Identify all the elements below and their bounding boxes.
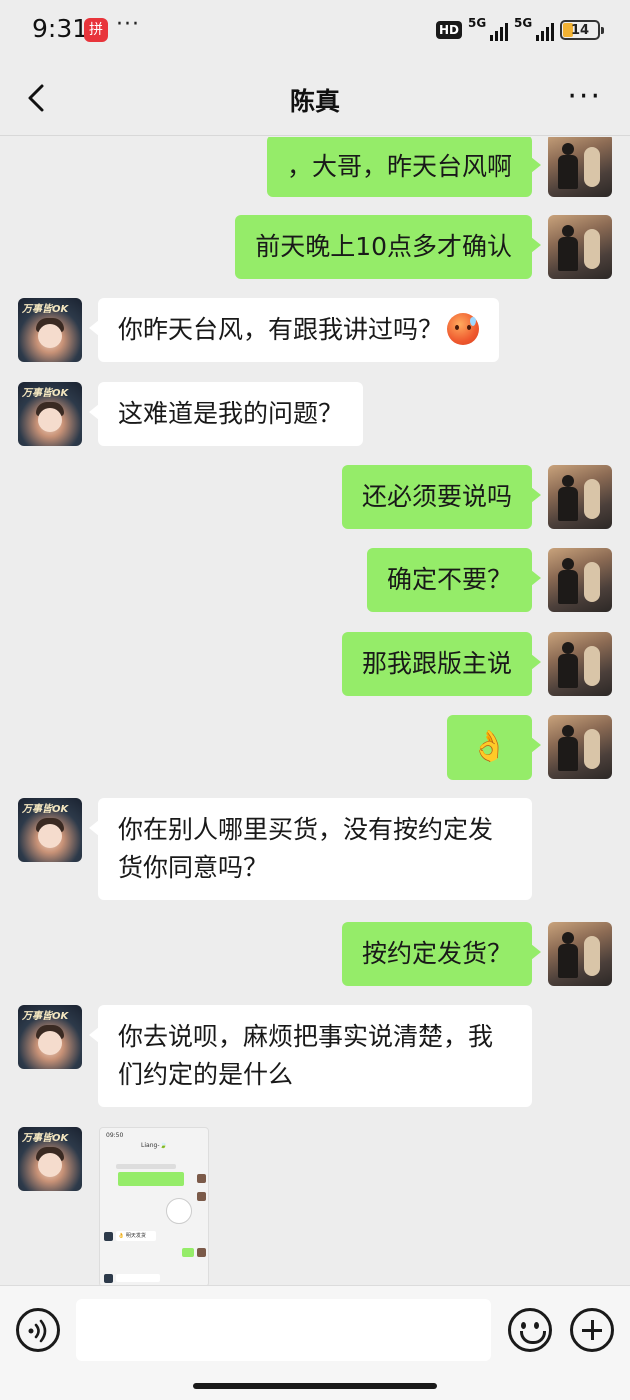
received-message-bubble[interactable]: 你在别人哪里买货，没有按约定发 货你同意吗？ [89, 798, 532, 900]
message-row: 按约定发货？ [0, 922, 630, 986]
chat-messages[interactable]: ，大哥，昨天台风啊 前天晚上10点多才确认 万事皆OK 你昨天台风，有跟我讲过吗… [0, 137, 630, 1285]
plus-icon[interactable] [570, 1308, 614, 1352]
my-avatar[interactable] [548, 715, 612, 779]
sent-message-bubble[interactable]: 👌 [446, 715, 542, 780]
message-input[interactable] [76, 1299, 491, 1361]
message-text-line: 你在别人哪里买货，没有按约定发 [118, 815, 494, 844]
sent-message-bubble[interactable]: 前天晚上10点多才确认 [235, 215, 541, 279]
status-more-icon: ··· [116, 12, 140, 37]
my-avatar[interactable] [548, 922, 612, 986]
message-row: 那我跟版主说 [0, 632, 630, 696]
message-row: 还必须要说吗 [0, 465, 630, 529]
message-row: 万事皆OK 这难道是我的问题？ [0, 382, 630, 446]
voice-icon[interactable] [16, 1308, 60, 1352]
pinduoduo-app-icon: 拼 [84, 18, 108, 42]
message-row: ，大哥，昨天台风啊 [0, 137, 630, 199]
message-row: 万事皆OK 你昨天台风，有跟我讲过吗？ [0, 298, 630, 362]
message-row: 万事皆OK 你在别人哪里买货，没有按约定发 货你同意吗？ [0, 798, 630, 902]
message-row: 确定不要？ [0, 548, 630, 612]
status-bar: 9:31 拼 ··· HD 5G 5G 14 [0, 0, 630, 60]
chat-title: 陈真 [289, 87, 340, 116]
message-row: 万事皆OK 09:50 Liang-🍃 👌 明天发货 [0, 1127, 630, 1285]
message-text-line: 你去说呗，麻烦把事实说清楚，我 [118, 1022, 494, 1051]
hd-icon: HD [435, 21, 462, 39]
image-message-thumbnail[interactable]: 09:50 Liang-🍃 👌 明天发货 [99, 1127, 209, 1285]
message-text: 你昨天台风，有跟我讲过吗？ [118, 315, 444, 344]
status-time: 9:31 [32, 14, 89, 43]
sent-message-bubble[interactable]: 确定不要？ [366, 548, 542, 612]
sent-message-bubble[interactable]: 按约定发货？ [341, 922, 542, 986]
home-indicator[interactable] [193, 1383, 437, 1389]
message-row: 👌 [0, 715, 630, 780]
ok-hand-emoji: 👌 [470, 729, 508, 764]
message-row: 万事皆OK 你去说呗，麻烦把事实说清楚，我 们约定的是什么 [0, 1005, 630, 1109]
sweat-face-emoji [447, 313, 480, 345]
chat-header: 陈真 ··· [0, 62, 630, 136]
received-message-bubble[interactable]: 这难道是我的问题？ [88, 382, 364, 446]
received-message-bubble[interactable]: 你去说呗，麻烦把事实说清楚，我 们约定的是什么 [89, 1005, 532, 1107]
contact-avatar[interactable]: 万事皆OK [18, 798, 82, 862]
contact-avatar[interactable]: 万事皆OK [18, 1127, 82, 1191]
signal-icon-2: 5G [514, 16, 554, 41]
my-avatar[interactable] [548, 632, 612, 696]
sent-message-bubble[interactable]: ，大哥，昨天台风啊 [266, 137, 542, 197]
battery-icon: 14 [560, 20, 604, 40]
my-avatar[interactable] [548, 548, 612, 612]
contact-avatar[interactable]: 万事皆OK [18, 382, 82, 446]
message-text-line: 们约定的是什么 [118, 1060, 294, 1089]
more-options-icon[interactable]: ··· [567, 82, 602, 112]
received-message-bubble[interactable]: 你昨天台风，有跟我讲过吗？ [88, 298, 500, 362]
signal-icon-1: 5G [468, 16, 508, 41]
my-avatar[interactable] [548, 465, 612, 529]
contact-avatar[interactable]: 万事皆OK [18, 298, 82, 362]
sent-message-bubble[interactable]: 还必须要说吗 [341, 465, 542, 529]
message-text-line: 货你同意吗？ [118, 853, 269, 882]
emoji-icon[interactable] [508, 1308, 552, 1352]
sent-message-bubble[interactable]: 那我跟版主说 [341, 632, 542, 696]
contact-avatar[interactable]: 万事皆OK [18, 1005, 82, 1069]
message-row: 前天晚上10点多才确认 [0, 215, 630, 279]
my-avatar[interactable] [548, 215, 612, 279]
my-avatar[interactable] [548, 137, 612, 197]
status-right: HD 5G 5G 14 [435, 16, 604, 43]
